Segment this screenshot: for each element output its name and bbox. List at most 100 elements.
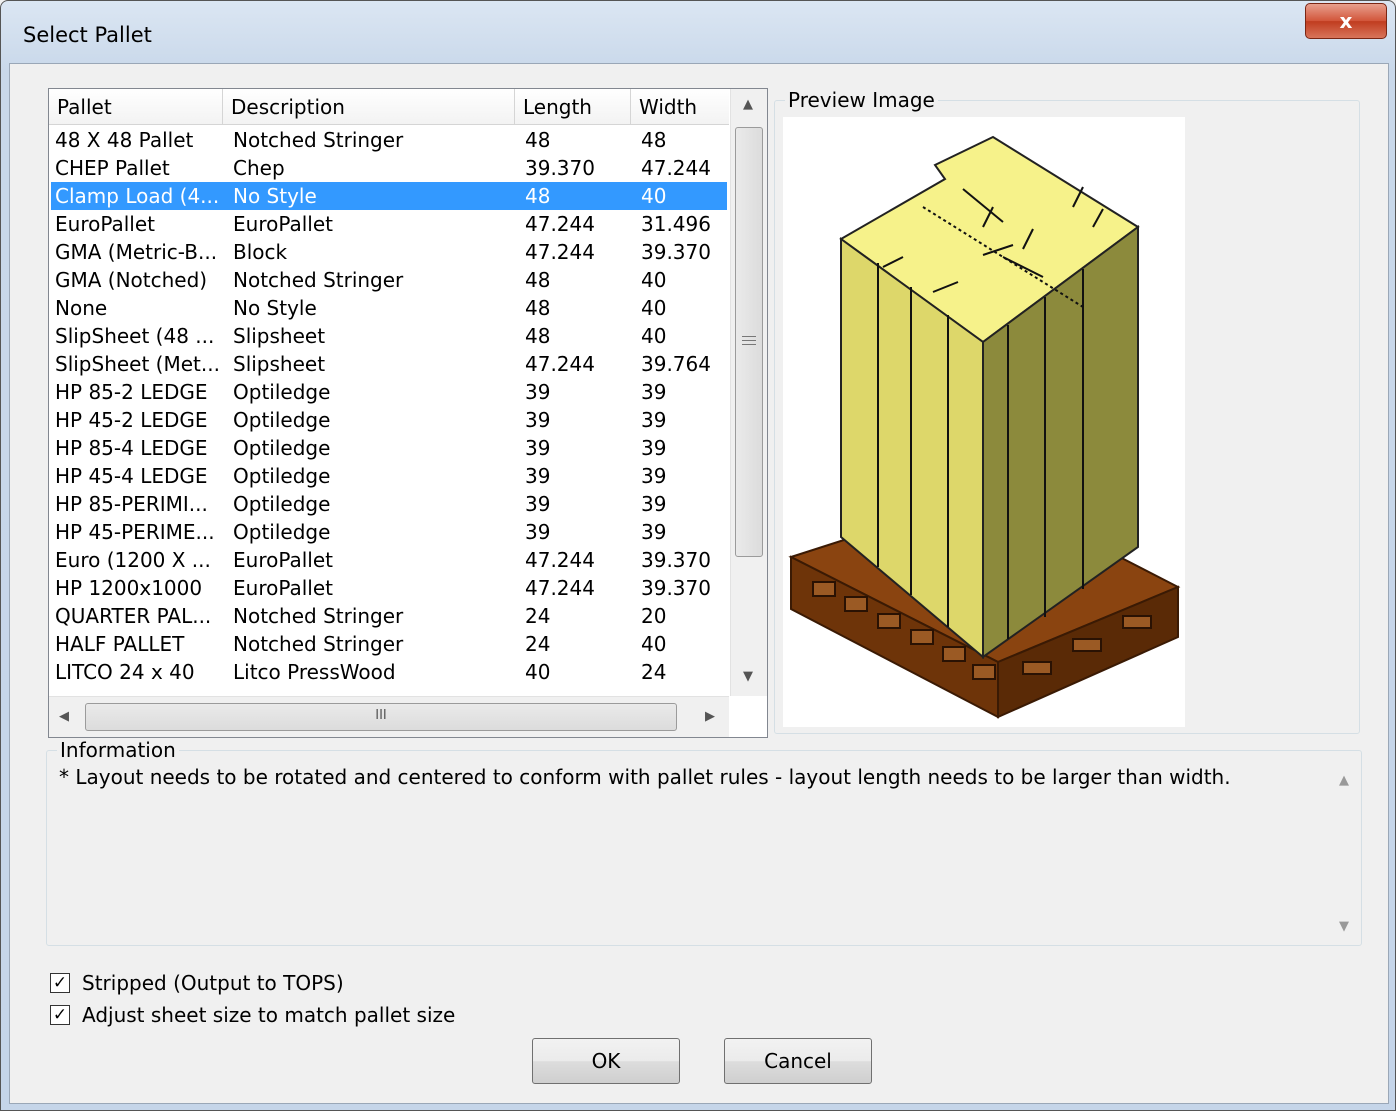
cell-width: 39 [641, 408, 667, 432]
table-row[interactable]: Euro (1200 X ... EuroPallet 47.244 39.370 [51, 546, 727, 574]
information-text: * Layout needs to be rotated and centere… [59, 765, 1231, 789]
stripped-checkbox[interactable]: ✓ [50, 973, 70, 993]
cell-pallet: HP 45-2 LEDGE [55, 408, 208, 432]
cell-length: 47.244 [525, 548, 595, 572]
vertical-scroll-thumb[interactable] [735, 127, 763, 557]
scroll-up-arrow-icon[interactable]: ▲ [743, 97, 753, 112]
cell-length: 24 [525, 632, 551, 656]
scroll-down-arrow-icon[interactable]: ▼ [743, 669, 753, 684]
information-scrollbar[interactable]: ▲ ▼ [1331, 761, 1359, 941]
close-button[interactable]: x [1305, 3, 1387, 39]
cell-length: 39 [525, 520, 551, 544]
cell-pallet: SlipSheet (48 ... [55, 324, 215, 348]
cell-width: 39 [641, 520, 667, 544]
cell-width: 40 [641, 296, 667, 320]
cell-width: 39.370 [641, 548, 711, 572]
info-scroll-up-icon[interactable]: ▲ [1339, 773, 1349, 788]
table-row[interactable]: CHEP Pallet Chep 39.370 47.244 [51, 154, 727, 182]
column-header-description[interactable]: Description [223, 89, 515, 125]
table-row[interactable]: 48 X 48 Pallet Notched Stringer 48 48 [51, 126, 727, 154]
cell-width: 39 [641, 380, 667, 404]
table-row[interactable]: HALF PALLET Notched Stringer 24 40 [51, 630, 727, 658]
table-row[interactable]: HP 85-4 LEDGE Optiledge 39 39 [51, 434, 727, 462]
cell-width: 39.370 [641, 576, 711, 600]
horizontal-scroll-thumb[interactable]: III [85, 703, 677, 731]
cell-description: Optiledge [233, 492, 331, 516]
table-row[interactable]: HP 85-2 LEDGE Optiledge 39 39 [51, 378, 727, 406]
stripped-label[interactable]: Stripped (Output to TOPS) [82, 971, 344, 995]
preview-image [783, 117, 1185, 727]
table-row[interactable]: LITCO 24 x 40 Litco PressWood 40 24 [51, 658, 727, 686]
adjust-sheet-option[interactable]: ✓ Adjust sheet size to match pallet size [50, 1002, 455, 1028]
cell-description: EuroPallet [233, 212, 334, 236]
adjust-sheet-checkbox[interactable]: ✓ [50, 1005, 70, 1025]
cell-pallet: HP 85-4 LEDGE [55, 436, 208, 460]
cell-length: 48 [525, 268, 551, 292]
column-header-width[interactable]: Width [631, 89, 729, 125]
cell-description: Optiledge [233, 464, 331, 488]
cell-length: 39 [525, 380, 551, 404]
cell-length: 48 [525, 184, 551, 208]
preview-group: Preview Image [774, 89, 1360, 734]
cell-width: 40 [641, 184, 667, 208]
cell-length: 47.244 [525, 576, 595, 600]
table-row[interactable]: HP 45-2 LEDGE Optiledge 39 39 [51, 406, 727, 434]
cell-pallet: HP 1200x1000 [55, 576, 203, 600]
cell-description: Litco PressWood [233, 660, 396, 684]
cell-description: Optiledge [233, 408, 331, 432]
table-row[interactable]: HP 45-4 LEDGE Optiledge 39 39 [51, 462, 727, 490]
cell-width: 39 [641, 492, 667, 516]
cell-width: 24 [641, 660, 667, 684]
table-row[interactable]: GMA (Notched) Notched Stringer 48 40 [51, 266, 727, 294]
cell-pallet: HP 85-PERIMI... [55, 492, 208, 516]
cell-description: Notched Stringer [233, 632, 404, 656]
ok-button[interactable]: OK [532, 1038, 680, 1084]
adjust-sheet-label[interactable]: Adjust sheet size to match pallet size [82, 1003, 455, 1027]
table-row[interactable]: SlipSheet (48 ... Slipsheet 48 40 [51, 322, 727, 350]
cell-pallet: None [55, 296, 108, 320]
cell-width: 39 [641, 436, 667, 460]
stripped-option[interactable]: ✓ Stripped (Output to TOPS) [50, 970, 344, 996]
cell-width: 20 [641, 604, 667, 628]
cell-width: 40 [641, 632, 667, 656]
table-row[interactable]: None No Style 48 40 [51, 294, 727, 322]
horizontal-scrollbar[interactable]: ◀ III ▶ [49, 696, 729, 737]
cell-pallet: QUARTER PAL... [55, 604, 212, 628]
cell-pallet: GMA (Metric-B... [55, 240, 218, 264]
scroll-right-arrow-icon[interactable]: ▶ [705, 709, 715, 724]
vertical-scrollbar[interactable]: ▲ ▼ [730, 89, 767, 696]
cell-length: 47.244 [525, 240, 595, 264]
pallet-load-illustration [788, 135, 1181, 719]
cell-description: Optiledge [233, 520, 331, 544]
information-group: Information * Layout needs to be rotated… [46, 739, 1362, 946]
cell-description: EuroPallet [233, 576, 334, 600]
dialog-client-area: Pallet Description Length Width 48 X 48 … [9, 63, 1389, 1104]
scroll-left-arrow-icon[interactable]: ◀ [59, 709, 69, 724]
list-rows: 48 X 48 Pallet Notched Stringer 48 48 CHEP P… [49, 126, 729, 696]
cell-length: 39 [525, 492, 551, 516]
table-row[interactable]: Clamp Load (4... No Style 48 40 [51, 182, 727, 210]
cell-length: 39 [525, 464, 551, 488]
table-row[interactable]: HP 1200x1000 EuroPallet 47.244 39.370 [51, 574, 727, 602]
cell-width: 40 [641, 268, 667, 292]
cancel-button[interactable]: Cancel [724, 1038, 872, 1084]
cell-pallet: Euro (1200 X ... [55, 548, 211, 572]
cell-pallet: LITCO 24 x 40 [55, 660, 195, 684]
table-row[interactable]: SlipSheet (Met... Slipsheet 47.244 39.764 [51, 350, 727, 378]
cell-pallet: CHEP Pallet [55, 156, 170, 180]
cell-width: 39.764 [641, 352, 711, 376]
cell-description: EuroPallet [233, 548, 334, 572]
table-row[interactable]: GMA (Metric-B... Block 47.244 39.370 [51, 238, 727, 266]
table-row[interactable]: HP 45-PERIME... Optiledge 39 39 [51, 518, 727, 546]
table-row[interactable]: HP 85-PERIMI... Optiledge 39 39 [51, 490, 727, 518]
cell-pallet: HP 45-4 LEDGE [55, 464, 208, 488]
column-header-length[interactable]: Length [515, 89, 631, 125]
table-row[interactable]: EuroPallet EuroPallet 47.244 31.496 [51, 210, 727, 238]
table-row[interactable]: QUARTER PAL... Notched Stringer 24 20 [51, 602, 727, 630]
title-bar[interactable]: Select Pallet x [1, 1, 1395, 61]
cell-pallet: HALF PALLET [55, 632, 185, 656]
column-header-pallet[interactable]: Pallet [49, 89, 223, 125]
cell-pallet: GMA (Notched) [55, 268, 208, 292]
pallet-list[interactable]: Pallet Description Length Width 48 X 48 … [48, 88, 768, 738]
info-scroll-down-icon[interactable]: ▼ [1339, 919, 1349, 934]
